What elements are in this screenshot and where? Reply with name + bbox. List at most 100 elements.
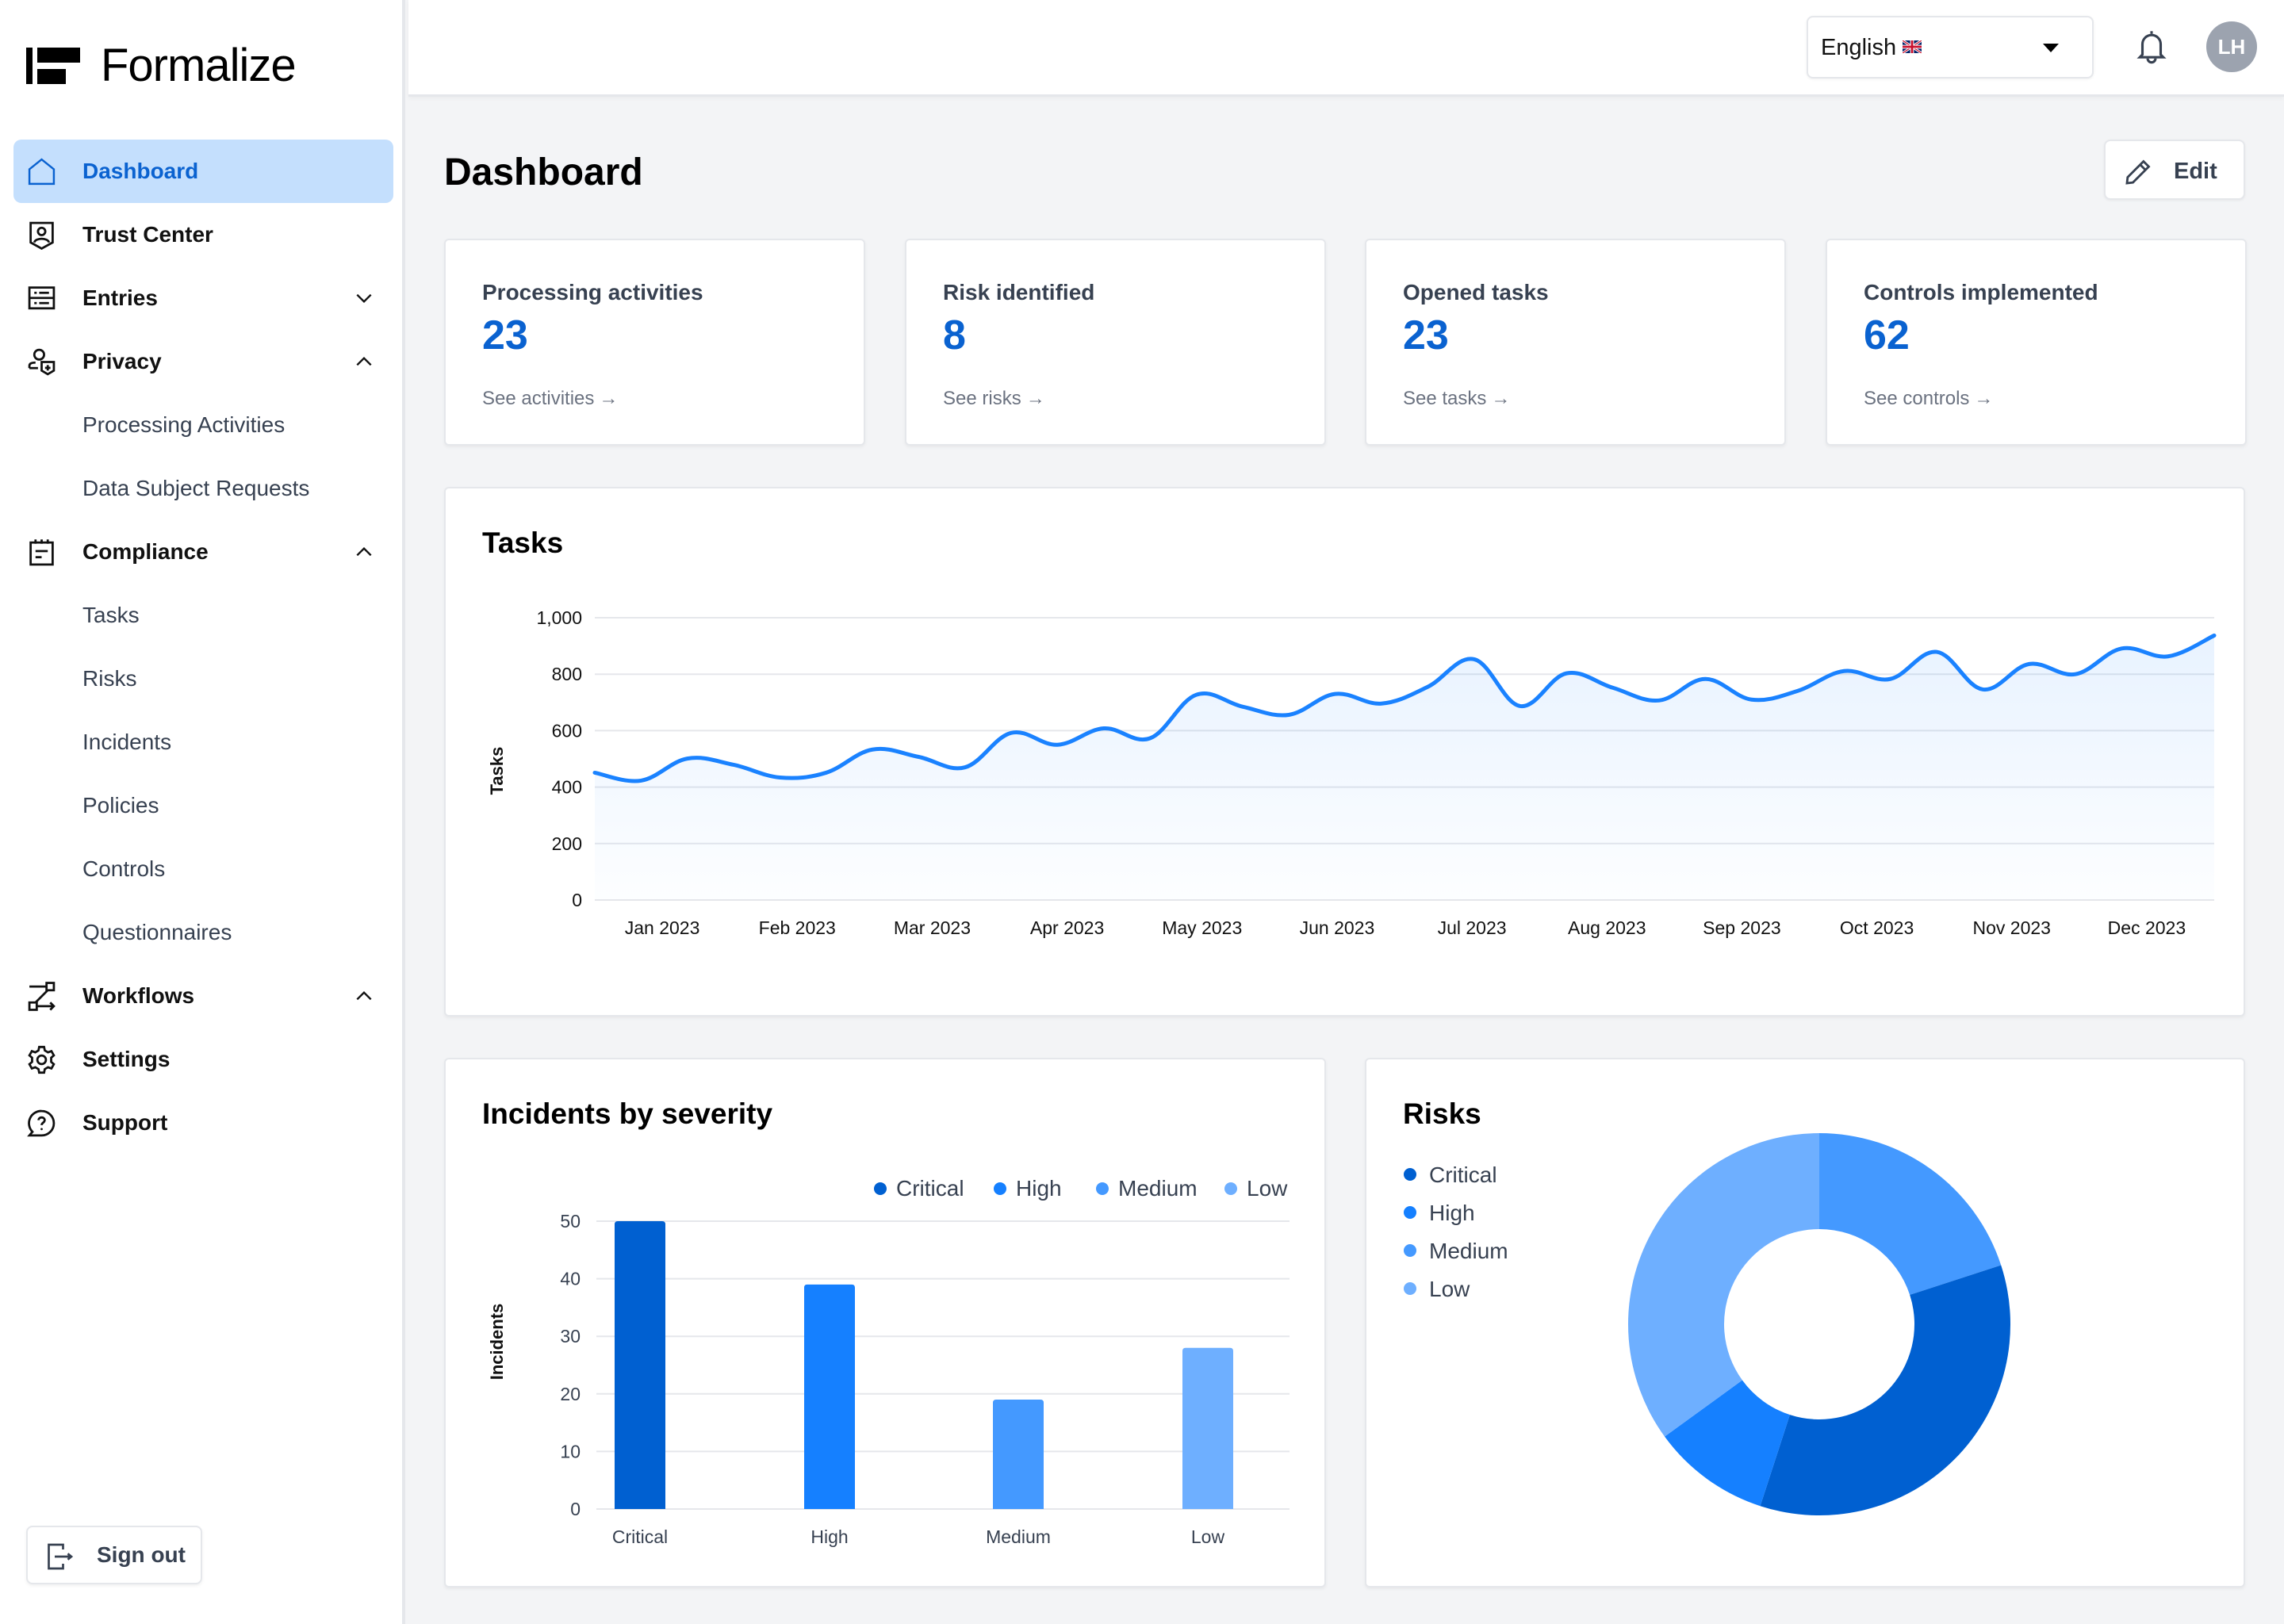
x-tick-label: Apr 2023 <box>1030 917 1104 938</box>
y-tick-label: 20 <box>560 1384 581 1404</box>
legend-item-high[interactable]: High <box>994 1176 1062 1201</box>
x-tick-label: Sep 2023 <box>1703 917 1780 938</box>
x-tick-label: Aug 2023 <box>1568 917 1646 938</box>
sidebar-item-questionnaires[interactable]: Questionnaires <box>13 901 393 964</box>
chevron-up-icon[interactable] <box>354 986 374 1006</box>
chevron-up-icon[interactable] <box>354 351 374 372</box>
sidebar-item-label: Risks <box>82 666 137 691</box>
chevron-up-icon[interactable] <box>354 542 374 562</box>
y-axis-title: Incidents <box>487 1304 507 1381</box>
tasks-chart-card: Tasks 0 200 400 600 800 1,000 Jan 2023 Feb 202… <box>444 487 2245 1017</box>
y-tick-label: 50 <box>560 1211 581 1231</box>
page-title: Dashboard <box>444 151 643 193</box>
arrow-right-icon: → <box>1974 388 1994 409</box>
bar-low[interactable] <box>1182 1347 1233 1509</box>
sign-out-label: Sign out <box>97 1542 186 1567</box>
sidebar-item-label: Workflows <box>82 983 195 1008</box>
legend-dot <box>1404 1244 1416 1257</box>
sidebar-item-settings[interactable]: Settings <box>13 1028 393 1091</box>
see-risks-link[interactable]: See risks → <box>943 388 1045 410</box>
x-tick-label: Mar 2023 <box>894 917 971 938</box>
logo-mark-icon <box>26 48 80 84</box>
y-tick-label: 0 <box>570 1499 581 1519</box>
sidebar-item-entries[interactable]: Entries <box>13 266 393 330</box>
sidebar-item-tasks[interactable]: Tasks <box>13 584 393 647</box>
see-activities-link[interactable]: See activities → <box>482 388 618 410</box>
see-tasks-link[interactable]: See tasks → <box>1403 388 1510 410</box>
y-axis-title: Tasks <box>487 747 507 795</box>
legend-item-medium[interactable]: Medium <box>1096 1176 1198 1201</box>
x-tick-label: Dec 2023 <box>2108 917 2186 938</box>
sign-out-button[interactable]: Sign out <box>26 1526 202 1584</box>
sidebar-item-privacy[interactable]: Privacy <box>13 330 393 393</box>
pencil-icon <box>2125 159 2151 185</box>
gear-icon <box>28 1045 56 1074</box>
sidebar-item-policies[interactable]: Policies <box>13 774 393 837</box>
stat-label: Controls implemented <box>1864 280 2098 304</box>
language-select[interactable]: English <box>1807 16 2094 79</box>
stat-label: Risk identified <box>943 280 1095 304</box>
slice-critical[interactable] <box>1760 1265 2010 1515</box>
x-tick-label: Jan 2023 <box>625 917 700 938</box>
legend-item-low[interactable]: Low <box>1404 1277 1470 1301</box>
user-shield-icon <box>28 348 56 376</box>
sidebar-item-support[interactable]: Support <box>13 1091 393 1155</box>
sidebar-item-risks[interactable]: Risks <box>13 647 393 710</box>
see-controls-link[interactable]: See controls → <box>1864 388 1993 410</box>
x-tick-label: Feb 2023 <box>759 917 836 938</box>
edit-button[interactable]: Edit <box>2104 140 2245 200</box>
bar-medium[interactable] <box>993 1400 1044 1509</box>
legend-item-low[interactable]: Low <box>1224 1176 1288 1201</box>
sidebar-item-incidents[interactable]: Incidents <box>13 710 393 774</box>
legend-label: High <box>1429 1201 1475 1225</box>
stat-label: Processing activities <box>482 280 703 304</box>
sidebar-item-trust-center[interactable]: Trust Center <box>13 203 393 266</box>
calendar-icon <box>29 539 54 566</box>
sidebar-item-dashboard[interactable]: Dashboard <box>13 140 393 203</box>
legend-dot <box>1224 1182 1237 1195</box>
sidebar-item-controls[interactable]: Controls <box>13 837 393 901</box>
x-tick-label: Nov 2023 <box>1973 917 2051 938</box>
sidebar-item-processing-activities[interactable]: Processing Activities <box>13 393 393 457</box>
legend-dot <box>1404 1282 1416 1295</box>
y-tick-label: 400 <box>552 777 582 798</box>
sidebar-item-label: Processing Activities <box>82 412 286 437</box>
sidebar-item-label: Settings <box>82 1047 171 1071</box>
legend-item-high[interactable]: High <box>1404 1201 1475 1225</box>
slice-medium[interactable] <box>1819 1133 2002 1295</box>
tasks-line-chart: 0 200 400 600 800 1,000 Jan 2023 Feb 2023 Mar 2… <box>487 607 2217 938</box>
sidebar: Formalize Dashboard Trust Center Entries… <box>0 0 405 1624</box>
sidebar-item-compliance[interactable]: Compliance <box>13 520 393 584</box>
sidebar-item-data-subject-requests[interactable]: Data Subject Requests <box>13 457 393 520</box>
bar-critical[interactable] <box>615 1221 665 1509</box>
sidebar-item-label: Privacy <box>82 349 162 373</box>
risks-chart-card: Risks Critical High Medium Low <box>1365 1058 2245 1588</box>
sidebar-item-label: Compliance <box>82 539 209 564</box>
sidebar-item-label: Incidents <box>82 730 172 754</box>
legend-label: High <box>1016 1176 1062 1201</box>
stat-label: Opened tasks <box>1403 280 1549 304</box>
legend-item-critical[interactable]: Critical <box>1404 1162 1497 1187</box>
y-tick-label: 200 <box>552 833 582 854</box>
sidebar-item-workflows[interactable]: Workflows <box>13 964 393 1028</box>
slice-low[interactable] <box>1628 1133 1819 1437</box>
stat-card-opened-tasks: Opened tasks 23 See tasks → <box>1365 239 1786 446</box>
edit-label: Edit <box>2174 159 2217 184</box>
legend-item-critical[interactable]: Critical <box>874 1176 964 1201</box>
legend-dot <box>1404 1206 1416 1219</box>
legend-item-medium[interactable]: Medium <box>1404 1239 1508 1263</box>
sidebar-item-label: Support <box>82 1110 168 1135</box>
logo[interactable]: Formalize <box>26 43 297 89</box>
stat-card-risk-identified: Risk identified 8 See risks → <box>905 239 1326 446</box>
home-icon <box>28 158 56 186</box>
avatar[interactable]: LH <box>2206 21 2257 72</box>
bell-icon[interactable] <box>2136 29 2167 65</box>
stat-value: 62 <box>1864 312 1910 358</box>
y-tick-label: 0 <box>572 890 582 910</box>
legend-label: Low <box>1429 1277 1470 1301</box>
legend-label: Medium <box>1118 1176 1198 1201</box>
incidents-chart-card: Incidents by severity Critical High Medium… <box>444 1058 1326 1588</box>
chevron-down-icon[interactable] <box>354 288 374 308</box>
legend-dot <box>1096 1182 1109 1195</box>
bar-high[interactable] <box>804 1284 855 1509</box>
